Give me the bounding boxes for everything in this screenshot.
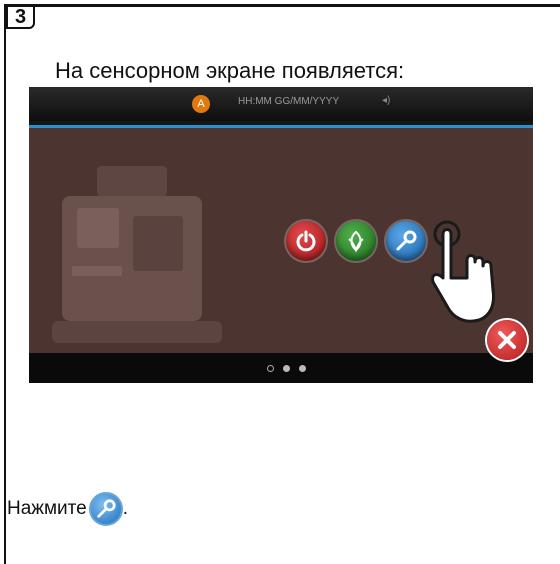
datetime-readout: HH:MM GG/MM/YYYY — [238, 96, 340, 107]
caption-text: Нажмите — [7, 498, 87, 519]
close-button[interactable] — [487, 320, 527, 360]
caption-period: . — [122, 498, 129, 519]
page-indicator — [267, 365, 306, 372]
maintenance-button[interactable] — [386, 221, 426, 261]
volume-icon: ◂) — [382, 95, 391, 106]
power-button[interactable] — [286, 221, 326, 261]
status-indicator: A — [192, 95, 210, 113]
power-icon — [296, 230, 316, 252]
bottom-bar — [29, 353, 533, 383]
coffee-machine-illustration — [52, 166, 222, 343]
caption: Нажмите . — [7, 492, 128, 526]
page-dot[interactable] — [267, 365, 274, 372]
status-bar: A HH:MM GG/MM/YYYY ◂) — [29, 87, 533, 121]
pointing-hand-icon — [431, 220, 495, 323]
instruction-text: На сенсорном экране появляется: — [55, 58, 405, 83]
key-icon — [88, 492, 123, 526]
page-dot[interactable] — [283, 365, 290, 372]
page-dot[interactable] — [299, 365, 306, 372]
eco-button[interactable] — [336, 221, 376, 261]
close-icon — [498, 331, 516, 349]
step-number: 3 — [6, 5, 35, 29]
key-icon — [396, 230, 417, 251]
leaf-icon — [348, 230, 364, 253]
step-divider — [35, 5, 560, 7]
